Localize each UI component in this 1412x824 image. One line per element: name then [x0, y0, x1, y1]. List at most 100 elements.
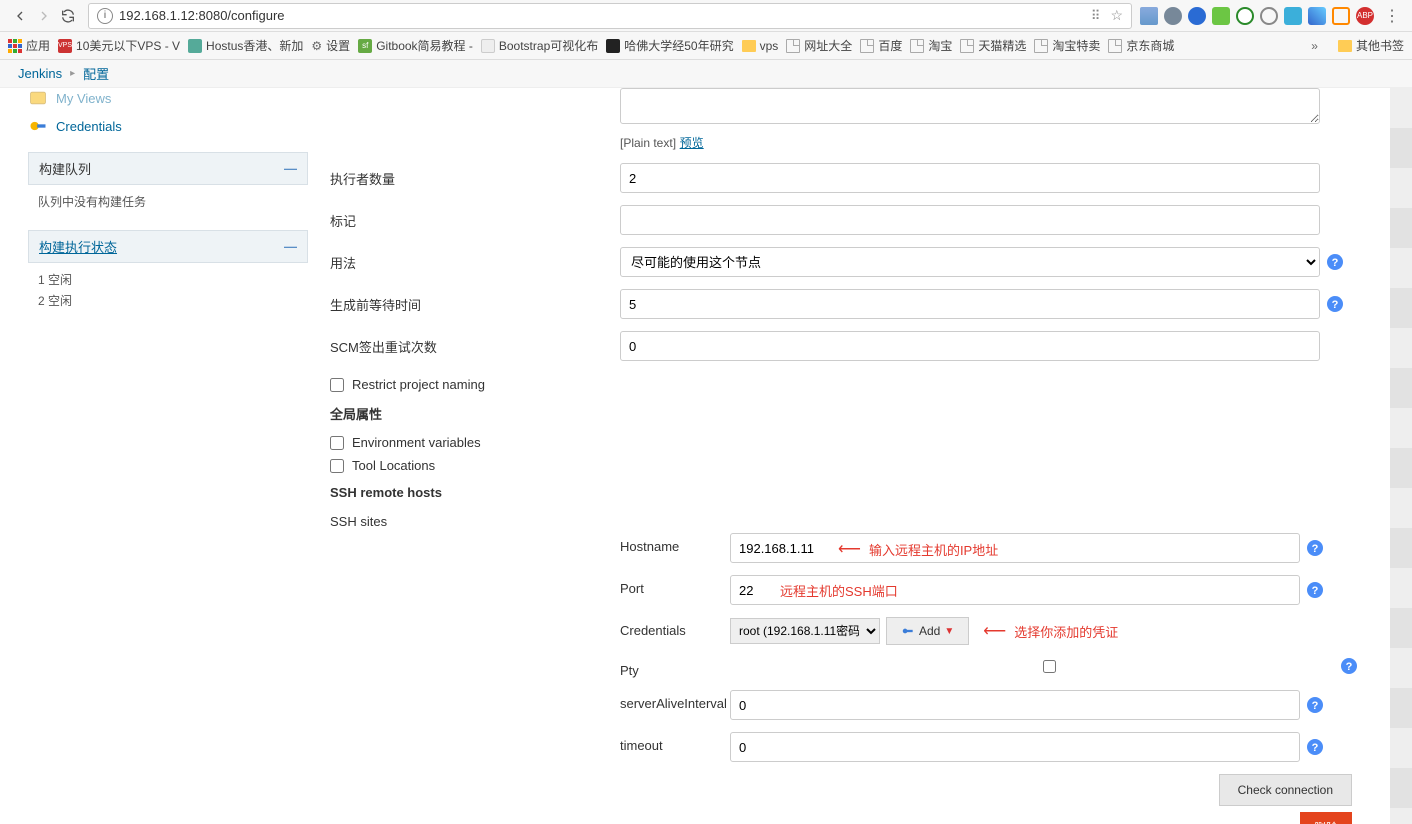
ext-icon-1[interactable]	[1140, 7, 1158, 25]
bookmark-bootstrap[interactable]: Bootstrap可视化布	[481, 37, 598, 54]
url-text: 192.168.1.12:8080/configure	[119, 8, 1091, 23]
chevron-right-icon: ▸	[70, 68, 75, 79]
ext-icon-3[interactable]	[1188, 7, 1206, 25]
help-icon[interactable]: ?	[1326, 253, 1344, 271]
collapse-icon[interactable]: —	[284, 239, 297, 254]
bookmark-gitbook[interactable]: sfGitbook简易教程 -	[358, 37, 473, 54]
ext-icon-5[interactable]	[1236, 7, 1254, 25]
reload-button[interactable]	[56, 4, 80, 28]
apps-icon	[8, 39, 22, 53]
translate-icon[interactable]: ⠿	[1091, 8, 1101, 24]
ssh-site-block: Hostname ? ⟵ 输入远程主机的IP地址 Port ? 远程主机的SS	[620, 533, 1392, 824]
restrict-naming-checkbox[interactable]	[330, 378, 344, 392]
views-icon	[28, 88, 48, 108]
svg-text:?: ?	[1312, 700, 1319, 712]
other-bookmarks[interactable]: 其他书签	[1338, 37, 1404, 54]
bookmark-vps-folder[interactable]: vps	[742, 39, 779, 53]
credentials-label: Credentials	[620, 617, 730, 638]
browser-toolbar: i 192.168.1.12:8080/configure ⠿ ☆ ABP ⋮	[0, 0, 1412, 32]
usage-select[interactable]: 尽可能的使用这个节点	[620, 247, 1320, 277]
bookmark-settings[interactable]: ⚙设置	[311, 37, 350, 54]
chevron-down-icon: ▼	[944, 626, 954, 637]
bookmark-vps[interactable]: VPS10美元以下VPS - V	[58, 37, 180, 54]
ssh-sites-label: SSH sites	[330, 508, 620, 529]
system-message-textarea[interactable]	[620, 88, 1320, 124]
bookmark-harvard[interactable]: 哈佛大学经50年研究	[606, 37, 733, 54]
key-icon	[901, 624, 915, 638]
apps-button[interactable]: 应用	[8, 37, 50, 54]
tool-locations-checkbox[interactable]	[330, 459, 344, 473]
help-icon[interactable]: ?	[1306, 539, 1324, 557]
bookmark-jd[interactable]: 京东商城	[1108, 37, 1174, 54]
port-input[interactable]	[730, 575, 1300, 605]
ext-abp-icon[interactable]: ABP	[1356, 7, 1374, 25]
extension-icons: ABP ⋮	[1140, 4, 1404, 28]
sidebar-my-views[interactable]: My Views	[28, 84, 308, 112]
ext-icon-9[interactable]	[1332, 7, 1350, 25]
num-executors-input[interactable]	[620, 163, 1320, 193]
build-executor-title[interactable]: 构建执行状态	[39, 237, 117, 256]
help-icon[interactable]: ?	[1306, 581, 1324, 599]
bookmark-star-icon[interactable]: ☆	[1110, 7, 1123, 24]
timeout-input[interactable]	[730, 732, 1300, 762]
menu-icon[interactable]: ⋮	[1380, 4, 1404, 28]
env-vars-checkbox[interactable]	[330, 436, 344, 450]
ext-icon-2[interactable]	[1164, 7, 1182, 25]
bookmark-sites[interactable]: 网址大全	[786, 37, 852, 54]
breadcrumb-page[interactable]: 配置	[83, 64, 109, 83]
ext-icon-6[interactable]	[1260, 7, 1278, 25]
svg-text:?: ?	[1312, 742, 1319, 754]
help-icon[interactable]: ?	[1326, 295, 1344, 313]
scm-retry-input[interactable]	[620, 331, 1320, 361]
credentials-select[interactable]: root (192.168.1.11密码)	[730, 618, 880, 644]
url-bar[interactable]: i 192.168.1.12:8080/configure ⠿ ☆	[88, 3, 1132, 29]
bm-icon	[606, 39, 620, 53]
bookmark-hostus[interactable]: Hostus香港、新加	[188, 37, 303, 54]
global-props-title: 全局属性	[330, 404, 1392, 423]
bookmark-baidu[interactable]: 百度	[860, 37, 902, 54]
executor-list: 1 空闲 2 空闲	[28, 263, 308, 317]
svg-text:?: ?	[1332, 299, 1339, 311]
help-icon[interactable]: ?	[1340, 657, 1358, 675]
help-icon[interactable]: ?	[1306, 738, 1324, 756]
bookmarks-overflow[interactable]: »	[1311, 39, 1318, 53]
bm-icon: sf	[358, 39, 372, 53]
bm-icon: VPS	[58, 39, 72, 53]
bookmark-taobao[interactable]: 淘宝	[910, 37, 952, 54]
arrow-left-icon: ⟵	[983, 621, 1006, 641]
svg-text:?: ?	[1312, 543, 1319, 555]
check-connection-button[interactable]: Check connection	[1219, 774, 1352, 806]
configure-form: [Plain text] 预览 执行者数量 标记 用法 尽可能的使用这个节点	[320, 88, 1412, 824]
num-executors-label: 执行者数量	[330, 163, 620, 188]
help-icon[interactable]: ?	[1306, 696, 1324, 714]
usage-label: 用法	[330, 247, 620, 272]
svg-text:?: ?	[1312, 585, 1319, 597]
breadcrumb-jenkins[interactable]: Jenkins	[18, 66, 62, 81]
bookmark-taobao-sale[interactable]: 淘宝特卖	[1034, 37, 1100, 54]
credentials-icon	[28, 116, 48, 136]
file-icon	[1108, 39, 1122, 53]
delete-ssh-button[interactable]: 删除	[1300, 812, 1352, 824]
tool-locations-label: Tool Locations	[352, 458, 435, 473]
ext-icon-4[interactable]	[1212, 7, 1230, 25]
ext-icon-8[interactable]	[1308, 7, 1326, 25]
ssh-remote-title: SSH remote hosts	[330, 485, 1392, 500]
site-info-icon[interactable]: i	[97, 8, 113, 24]
bookmark-tmall[interactable]: 天猫精选	[960, 37, 1026, 54]
build-executor-panel: 构建执行状态 — 1 空闲 2 空闲	[28, 230, 308, 317]
forward-button[interactable]	[32, 4, 56, 28]
build-executor-header: 构建执行状态 —	[28, 230, 308, 263]
preview-link[interactable]: 预览	[680, 136, 704, 150]
labels-input[interactable]	[620, 205, 1320, 235]
ext-icon-7[interactable]	[1284, 7, 1302, 25]
server-alive-input[interactable]	[730, 690, 1300, 720]
back-button[interactable]	[8, 4, 32, 28]
folder-icon	[742, 40, 756, 52]
pty-checkbox[interactable]	[1043, 660, 1056, 673]
collapse-icon[interactable]: —	[284, 161, 297, 176]
add-credentials-button[interactable]: Add ▼	[886, 617, 969, 645]
hostname-input[interactable]	[730, 533, 1300, 563]
sidebar-credentials[interactable]: Credentials	[28, 112, 308, 140]
quiet-period-input[interactable]	[620, 289, 1320, 319]
file-icon	[960, 39, 974, 53]
